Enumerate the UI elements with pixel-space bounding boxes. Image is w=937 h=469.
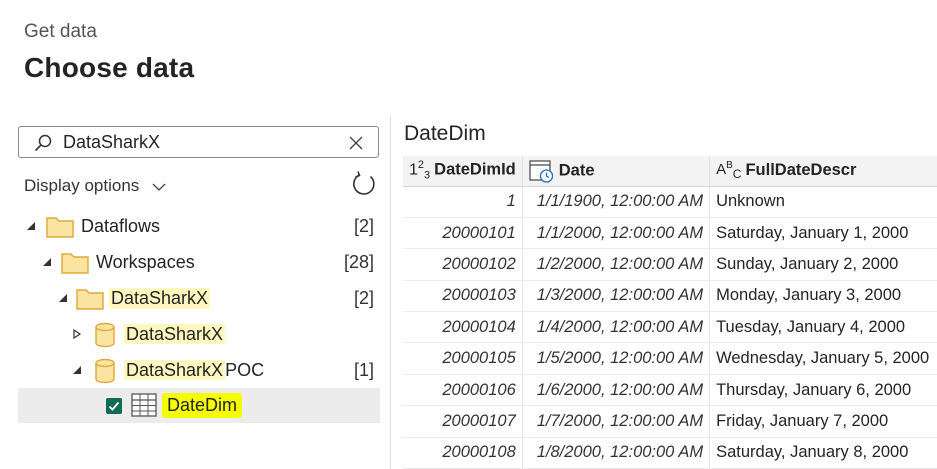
folder-icon xyxy=(61,253,89,274)
cell-fulldatedescr: Wednesday, January 5, 2000 xyxy=(709,342,937,375)
folder-icon xyxy=(76,289,104,310)
datetime-type-icon xyxy=(529,160,553,183)
item-count: [2] xyxy=(353,288,374,308)
tree-node-dataflow-datasharkxpoc[interactable]: DataSharkX POC [1] xyxy=(18,354,380,388)
pane-divider xyxy=(390,116,391,469)
tree-label-highlight: DataSharkX xyxy=(124,360,226,380)
cell-date: 1/1/1900, 12:00:00 AM xyxy=(522,186,711,218)
preview-table: 123 DateDimId Date ABC FullDateDescr 1 1/1/… xyxy=(403,156,937,469)
table-checkbox[interactable] xyxy=(106,398,122,414)
item-count: [2] xyxy=(353,216,374,236)
table-row: 20000102 1/2/2000, 12:00:00 AM Sunday, Jan… xyxy=(403,248,937,281)
cell-fulldatedescr: Tuesday, January 4, 2000 xyxy=(709,311,937,344)
table-row: 20000101 1/1/2000, 12:00:00 AM Saturday, J… xyxy=(403,217,937,250)
caret-expanded-icon[interactable] xyxy=(58,293,68,303)
cell-date: 1/3/2000, 12:00:00 AM xyxy=(522,280,711,313)
caret-collapsed-icon[interactable] xyxy=(72,329,82,339)
tree-label: Dataflows xyxy=(81,216,161,236)
column-header-date[interactable]: Date xyxy=(522,156,711,187)
display-options-dropdown[interactable]: Display options xyxy=(24,176,166,196)
search-input[interactable] xyxy=(63,131,343,153)
cell-date: 1/8/2000, 12:00:00 AM xyxy=(522,437,711,469)
tree-node-workspace-datasharkx[interactable]: DataSharkX [2] xyxy=(18,282,380,316)
item-count: [1] xyxy=(353,360,374,380)
preview-title: DateDim xyxy=(404,122,486,145)
table-row: 20000107 1/7/2000, 12:00:00 AM Friday, Jan… xyxy=(403,405,937,438)
preview-table-body: 1 1/1/1900, 12:00:00 AM Unknown 20000101 1/1… xyxy=(403,186,937,469)
display-options-label: Display options xyxy=(24,176,140,195)
table-row: 1 1/1/1900, 12:00:00 AM Unknown xyxy=(403,186,937,218)
table-row: 20000105 1/5/2000, 12:00:00 AM Wednesday, … xyxy=(403,342,937,375)
caret-expanded-icon[interactable] xyxy=(26,221,36,231)
cell-fulldatedescr: Saturday, January 1, 2000 xyxy=(709,217,937,250)
table-row: 20000106 1/6/2000, 12:00:00 AM Thursday, J… xyxy=(403,374,937,407)
cell-datedimid: 20000107 xyxy=(403,405,523,438)
table-icon xyxy=(131,393,157,417)
dataflow-cylinder-icon xyxy=(95,358,115,384)
cell-fulldatedescr: Friday, January 7, 2000 xyxy=(709,405,937,438)
cell-fulldatedescr: Saturday, January 8, 2000 xyxy=(709,437,937,469)
cell-datedimid: 20000102 xyxy=(403,248,523,281)
tree-label: DateDim xyxy=(162,393,243,418)
table-row: 20000103 1/3/2000, 12:00:00 AM Monday, Jan… xyxy=(403,280,937,313)
item-count: [28] xyxy=(343,252,374,272)
table-row: 20000104 1/4/2000, 12:00:00 AM Tuesday, Ja… xyxy=(403,311,937,344)
column-header-datedimid[interactable]: 123 DateDimId xyxy=(403,156,523,187)
checkmark-icon xyxy=(108,401,120,411)
cell-date: 1/5/2000, 12:00:00 AM xyxy=(522,342,711,375)
cell-date: 1/6/2000, 12:00:00 AM xyxy=(522,374,711,407)
tree-label: Workspaces xyxy=(96,252,195,272)
cell-datedimid: 20000104 xyxy=(403,311,523,344)
tree-node-table-datedim[interactable]: DateDim xyxy=(18,388,380,423)
cell-fulldatedescr: Unknown xyxy=(709,186,937,218)
cell-datedimid: 20000106 xyxy=(403,374,523,407)
cell-datedimid: 20000101 xyxy=(403,217,523,250)
tree-label-rest: POC xyxy=(225,360,265,380)
tree-label-highlight: DataSharkX xyxy=(124,324,226,344)
column-name: Date xyxy=(558,161,595,180)
cell-fulldatedescr: Sunday, January 2, 2000 xyxy=(709,248,937,281)
cell-fulldatedescr: Thursday, January 6, 2000 xyxy=(709,374,937,407)
cell-datedimid: 20000103 xyxy=(403,280,523,313)
chevron-down-icon xyxy=(152,183,166,191)
clear-search-icon[interactable] xyxy=(348,135,364,151)
search-box[interactable] xyxy=(18,126,379,158)
column-name: FullDateDescr xyxy=(745,161,857,180)
cell-date: 1/4/2000, 12:00:00 AM xyxy=(522,311,711,344)
cell-date: 1/2/2000, 12:00:00 AM xyxy=(522,248,711,281)
cell-datedimid: 20000105 xyxy=(403,342,523,375)
table-row: 20000108 1/8/2000, 12:00:00 AM Saturday, J… xyxy=(403,437,937,469)
cell-datedimid: 1 xyxy=(403,186,523,218)
dataflow-cylinder-icon xyxy=(95,322,115,348)
tree-label: DataSharkX xyxy=(124,324,226,345)
refresh-icon[interactable] xyxy=(350,170,378,198)
text-type-icon: ABC xyxy=(716,160,742,182)
tree-label: DataSharkX xyxy=(109,288,211,309)
cell-fulldatedescr: Monday, January 3, 2000 xyxy=(709,280,937,313)
page-title: Choose data xyxy=(24,52,195,83)
tree-node-dataflow-datasharkx[interactable]: DataSharkX xyxy=(18,318,380,352)
tree-node-workspaces[interactable]: Workspaces [28] xyxy=(18,246,380,280)
search-icon xyxy=(34,134,52,152)
column-header-fulldatedescr[interactable]: ABC FullDateDescr xyxy=(709,156,937,187)
caret-expanded-icon[interactable] xyxy=(42,257,52,267)
cell-date: 1/1/2000, 12:00:00 AM xyxy=(522,217,711,250)
cell-date: 1/7/2000, 12:00:00 AM xyxy=(522,405,711,438)
cell-datedimid: 20000108 xyxy=(403,437,523,469)
tree-node-dataflows[interactable]: Dataflows [2] xyxy=(18,210,380,244)
folder-icon xyxy=(46,217,74,238)
caret-expanded-icon[interactable] xyxy=(72,365,82,375)
column-name: DateDimId xyxy=(434,161,516,180)
get-data-eyebrow: Get data xyxy=(24,21,97,42)
tree-label: DataSharkX POC xyxy=(124,360,264,381)
number-type-icon: 123 xyxy=(409,159,431,182)
